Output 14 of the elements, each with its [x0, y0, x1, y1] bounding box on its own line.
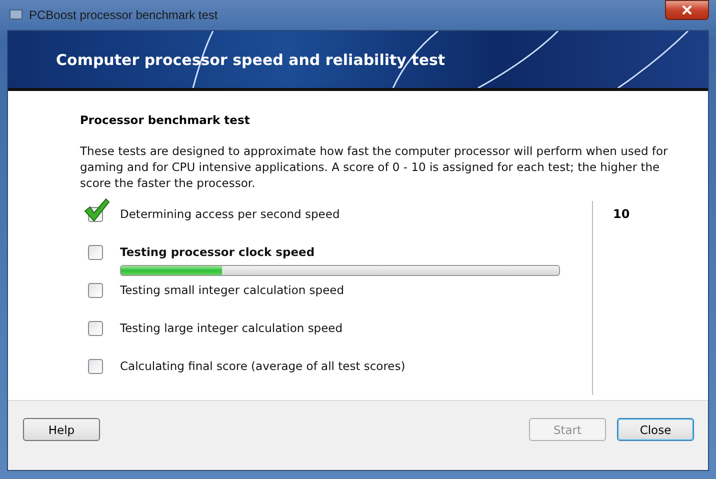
test-label: Testing processor clock speed — [120, 245, 315, 259]
close-button[interactable] — [665, 0, 709, 20]
description-text: These tests are designed to approximate how fast the computer processor will perform when used for gaming and for CPU intensive applications. A score of 0 - 10 is assigned for each test; the higher the score the faster the processor. — [80, 143, 668, 191]
test-label: Testing small integer calculation speed — [120, 283, 344, 297]
dialog-button[interactable]: Help — [23, 418, 100, 441]
close-icon — [682, 5, 692, 15]
window-title: PCBoost processor benchmark test — [29, 8, 218, 22]
score-value: 10 — [613, 207, 630, 221]
test-label: Determining access per second speed — [120, 207, 340, 221]
test-label: Testing large integer calculation speed — [120, 321, 343, 335]
test-label: Calculating final score (average of all test scores) — [120, 359, 406, 373]
dialog-button[interactable]: Close — [617, 418, 694, 441]
app-icon — [9, 9, 23, 21]
section-title: Processor benchmark test — [80, 113, 251, 127]
